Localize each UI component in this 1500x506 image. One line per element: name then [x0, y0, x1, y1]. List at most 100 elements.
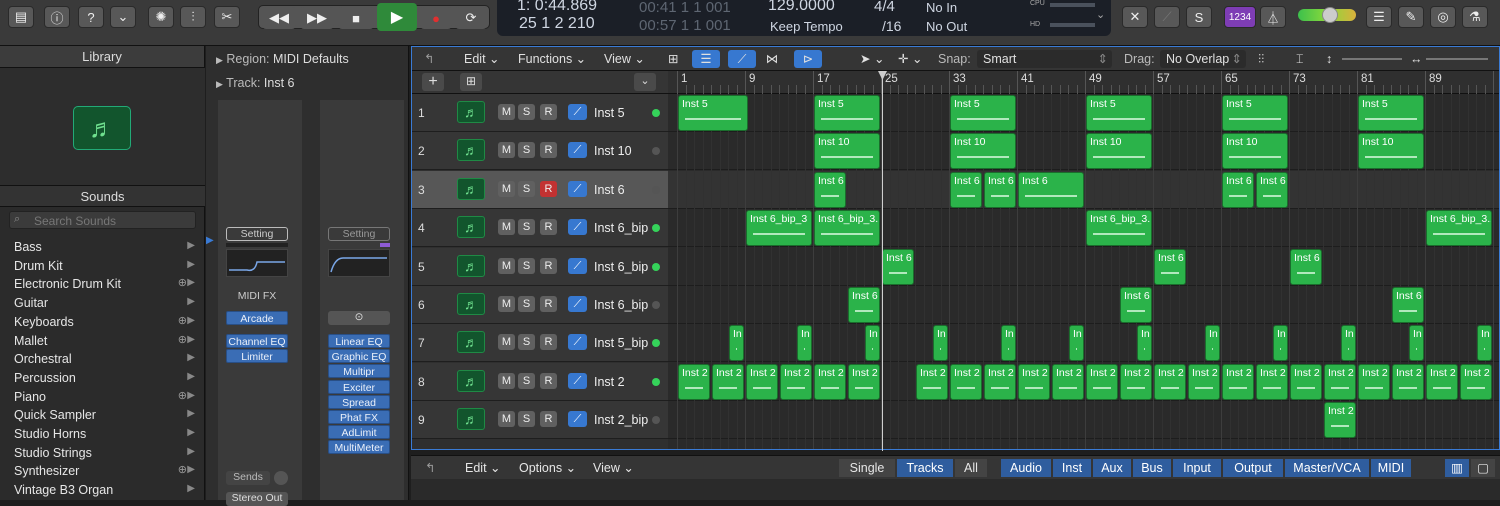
library-item[interactable]: Piano ⊕ ▶ [14, 390, 199, 408]
instrument-icon[interactable]: ♬ [457, 101, 485, 123]
list-view-icon[interactable]: ☰ [692, 50, 720, 68]
download-icon[interactable]: ⊕ [178, 333, 187, 346]
new-tracks-icon[interactable]: ⊞ [460, 73, 482, 91]
midi-region[interactable]: In [1069, 325, 1084, 362]
midi-region[interactable]: Inst 6 [1154, 248, 1186, 285]
automation-icon[interactable]: ⟋ [728, 50, 756, 68]
play-icon[interactable]: ▶ [377, 3, 417, 31]
lcd-chevron-icon[interactable]: ⌄ [1096, 8, 1105, 21]
library-item[interactable]: Guitar ▶ [14, 296, 199, 314]
track-name[interactable]: Inst 6 [594, 183, 625, 197]
track-name[interactable]: Inst 2_bip [594, 413, 648, 427]
horizontal-zoom-icon[interactable]: ↔ [1410, 50, 1423, 68]
grid-view-icon[interactable]: ⊞ [668, 50, 678, 68]
plugin-slot[interactable]: Channel EQ [226, 334, 288, 348]
mixer-split-icon[interactable]: ▢ [1471, 459, 1495, 477]
download-icon[interactable]: ⊕ [178, 463, 187, 476]
midi-region[interactable]: Inst 6_bip_3 [746, 210, 812, 247]
plugin-slot[interactable]: Phat FX [328, 410, 390, 424]
midi-region[interactable]: Inst 2 [1052, 363, 1084, 400]
catch-icon[interactable]: ↰ [425, 459, 435, 477]
midi-region[interactable]: Inst 6 [1256, 171, 1288, 208]
solo-button[interactable]: S [518, 180, 535, 197]
instrument-icon[interactable]: ♬ [457, 216, 485, 239]
midi-region[interactable]: Inst 2 [1086, 363, 1118, 400]
filter-inst-button[interactable]: Inst [1053, 459, 1091, 477]
key-division[interactable]: /16 [882, 18, 901, 34]
drag-select[interactable]: No Overlap ⇕ [1160, 50, 1246, 68]
midi-region[interactable]: Inst 6 [1392, 287, 1424, 323]
tempo-value[interactable]: 129.0000 [768, 0, 835, 15]
setting-button-out[interactable]: Setting [328, 227, 390, 241]
filter-audio-button[interactable]: Audio [1001, 459, 1051, 477]
midi-region[interactable]: Inst 6 [1120, 287, 1152, 323]
patch-icon[interactable]: ♬ [73, 106, 131, 150]
volume-knob[interactable] [1322, 7, 1338, 23]
library-item[interactable]: Bass ▶ [14, 240, 199, 258]
midi-region[interactable]: Inst 2 [1222, 363, 1254, 400]
midi-region[interactable]: In [797, 325, 812, 362]
midi-region[interactable]: Inst 2 [780, 363, 812, 400]
library-item[interactable]: Studio Horns ▶ [14, 427, 199, 445]
view-menu[interactable]: View ⌄ [604, 50, 645, 68]
solo-button[interactable]: S [518, 411, 535, 428]
midi-region[interactable]: In [1137, 325, 1152, 362]
count-in-icon[interactable]: 1234 [1224, 6, 1256, 28]
midi-region[interactable]: Inst 6_bip_3.1 [1426, 210, 1492, 247]
link-icon[interactable]: ⊙ [328, 311, 390, 325]
mute-button[interactable]: M [498, 142, 515, 159]
autopunch-icon[interactable]: ⟋ [1154, 6, 1180, 28]
midi-region[interactable]: Inst 2 [1290, 363, 1322, 400]
add-track-button[interactable]: + [422, 73, 444, 91]
track-header[interactable]: 1 ♬ M S R ⟋ Inst 5 [412, 94, 668, 132]
download-icon[interactable]: ⊕ [178, 389, 187, 402]
midi-region[interactable]: Inst 6_bip_3. [1086, 210, 1152, 247]
solo-button[interactable]: S [518, 334, 535, 351]
playhead[interactable] [878, 71, 887, 451]
library-item[interactable]: Keyboards ⊕ ▶ [14, 315, 199, 333]
instrument-icon[interactable]: ♬ [457, 369, 485, 392]
time-signature[interactable]: 4/4 [874, 0, 895, 15]
list-editors-icon[interactable]: ☰ [1366, 6, 1392, 28]
record-enable-button[interactable]: R [540, 104, 557, 120]
tempo-mode[interactable]: Keep Tempo [770, 19, 843, 34]
midi-region[interactable]: In [1205, 325, 1220, 362]
midi-region[interactable]: Inst 10 [814, 133, 880, 170]
automation-icon[interactable]: ⟋ [568, 257, 587, 274]
note-pad-icon[interactable]: ✎ [1398, 6, 1424, 28]
library-item[interactable]: Vintage B3 Organ ▶ [14, 483, 199, 501]
eq-thumbnail-out[interactable] [328, 249, 390, 277]
all-view-button[interactable]: All [955, 459, 987, 477]
mute-button[interactable]: M [498, 296, 515, 312]
track-inspector-header[interactable]: ▶ Track: Inst 6 [206, 70, 409, 96]
loop-browser-icon[interactable]: ◎ [1430, 6, 1456, 28]
record-enable-button[interactable]: R [540, 372, 557, 389]
midi-region[interactable]: Inst 5 [950, 95, 1016, 131]
search-sounds-field[interactable]: ⌕ Search Sounds [9, 211, 196, 229]
track-name[interactable]: Inst 5 [594, 106, 625, 120]
automation-icon[interactable]: ⟋ [568, 411, 587, 428]
instrument-icon[interactable]: ♬ [457, 254, 485, 277]
midi-region[interactable]: Inst 5 [1358, 95, 1424, 131]
library-item[interactable]: Drum Kit ▶ [14, 259, 199, 277]
edit-menu[interactable]: Edit ⌄ [465, 459, 501, 477]
track-name[interactable]: Inst 6_bip [594, 221, 648, 235]
catch-playhead-icon[interactable]: ⊳ [794, 50, 822, 68]
midi-region[interactable]: In [1409, 325, 1424, 362]
midi-region[interactable]: Inst 2 [1018, 363, 1050, 400]
midi-region[interactable]: Inst 2 [1426, 363, 1458, 400]
filter-output-button[interactable]: Output [1223, 459, 1283, 477]
midi-region[interactable]: Inst 6 [882, 248, 914, 285]
filter-bus-button[interactable]: Bus [1133, 459, 1171, 477]
midi-region[interactable]: Inst 2 [1358, 363, 1390, 400]
horizontal-zoom-slider[interactable] [1426, 58, 1488, 60]
mixer-layout-icon[interactable]: ▥ [1445, 459, 1469, 477]
solo-button[interactable]: S [518, 296, 535, 312]
midi-region[interactable]: Inst 2 [1324, 363, 1356, 400]
track-name[interactable]: Inst 2 [594, 375, 625, 389]
midi-region[interactable]: In [865, 325, 880, 362]
record-enable-button[interactable]: R [540, 219, 557, 236]
track-header[interactable]: 9 ♬ M S R ⟋ Inst 2_bip [412, 401, 668, 440]
vertical-fit-icon[interactable]: ⌶ [1296, 50, 1304, 68]
track-header[interactable]: 7 ♬ M S R ⟋ Inst 5_bip [412, 324, 668, 363]
